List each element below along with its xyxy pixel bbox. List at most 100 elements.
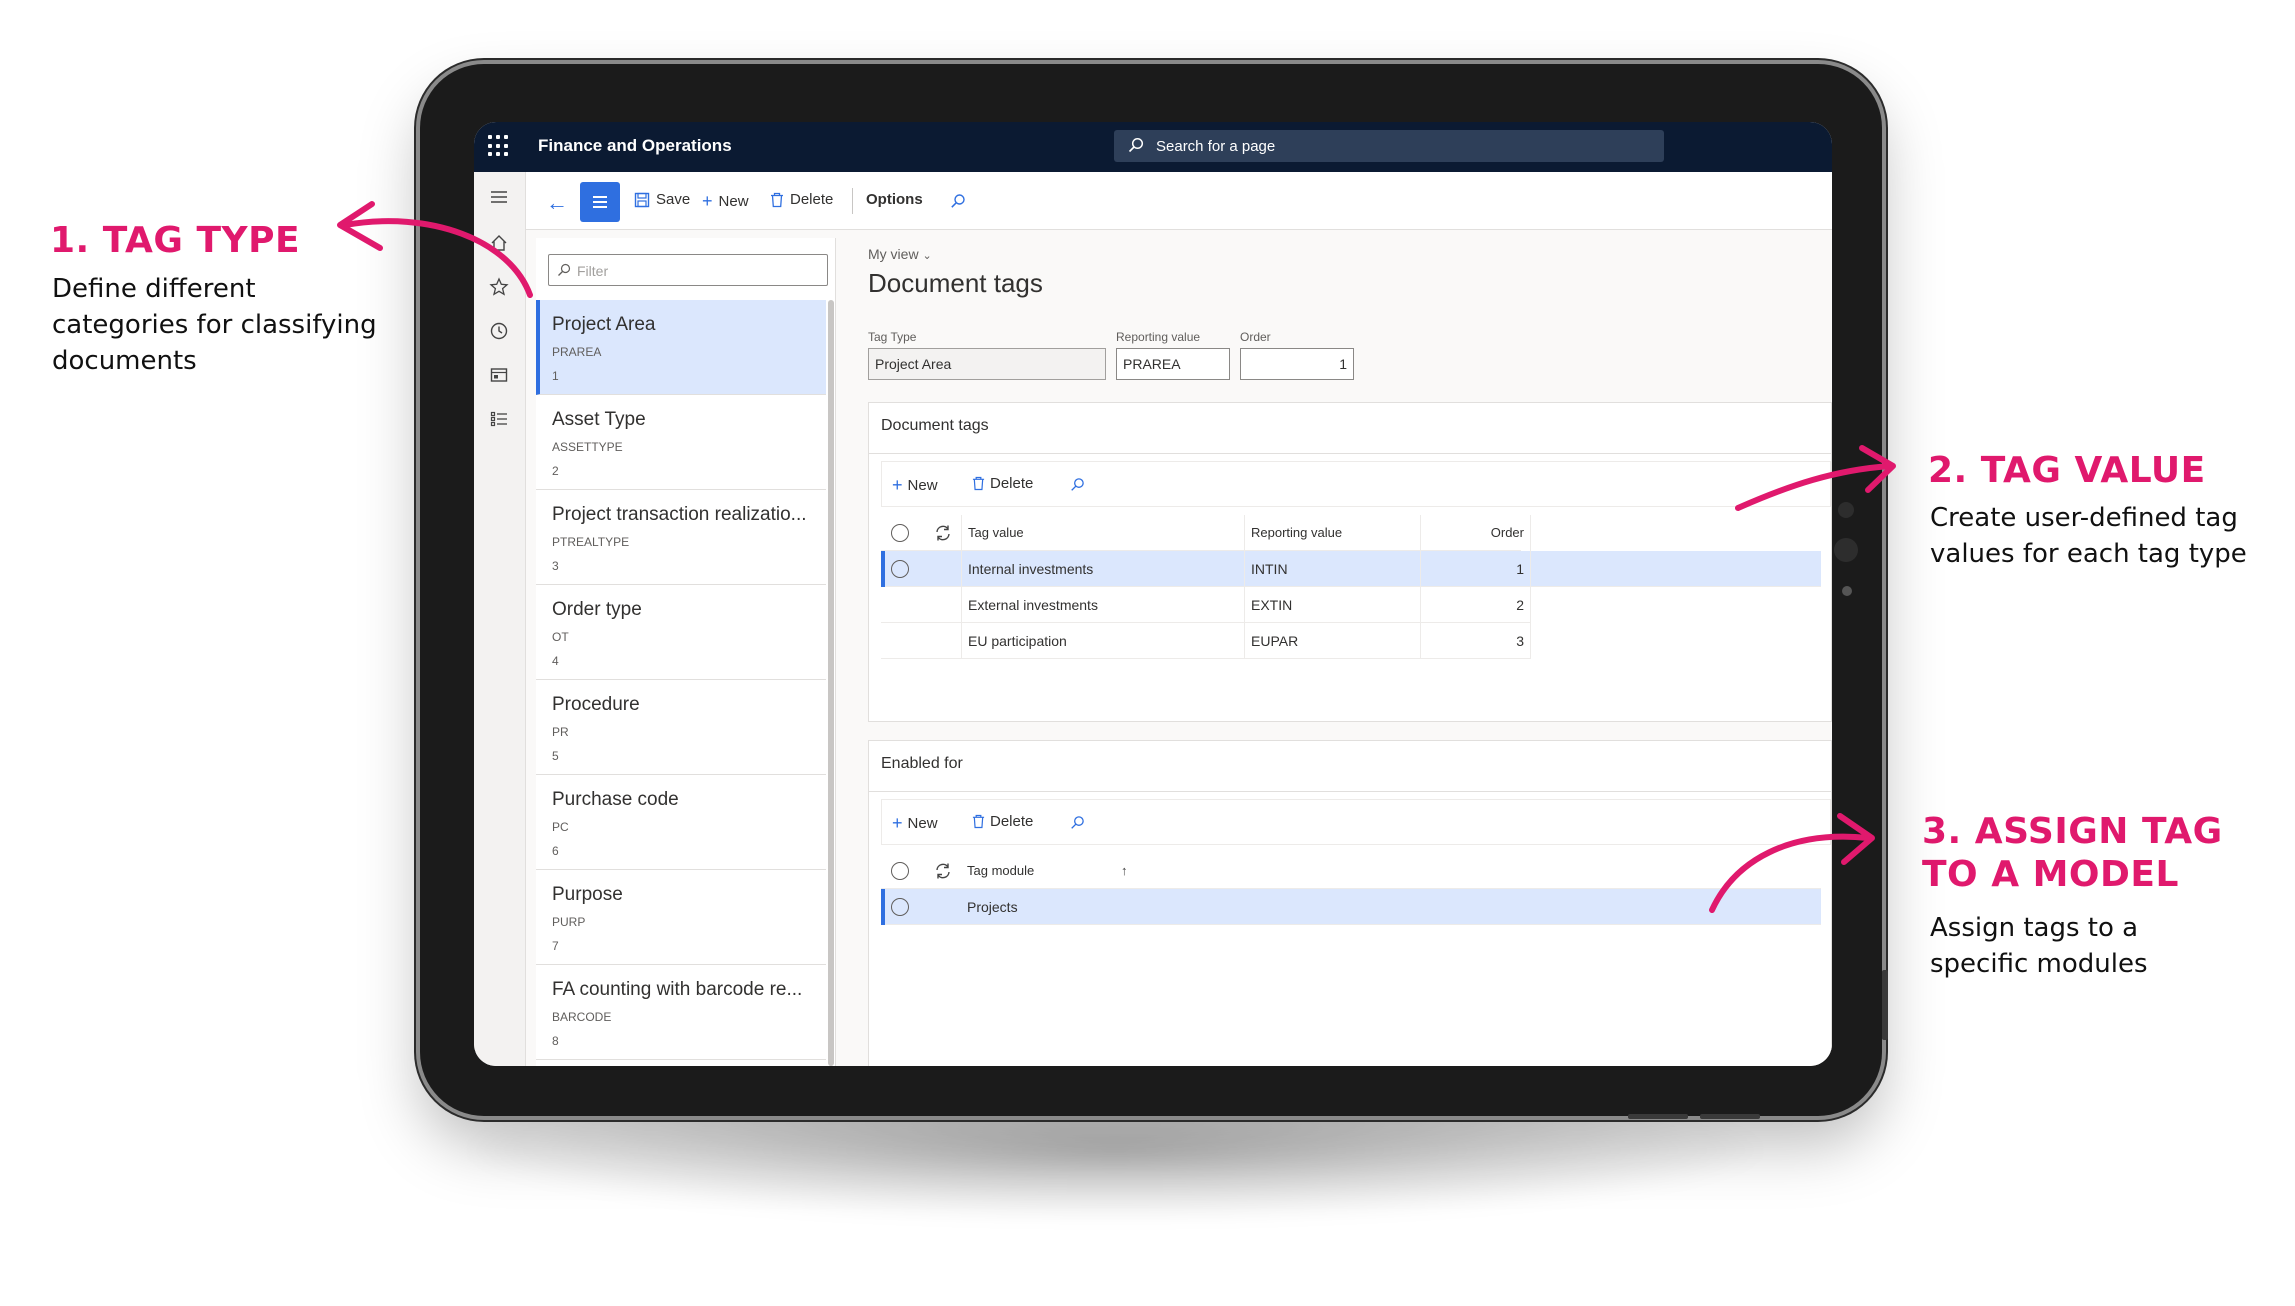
clock-icon[interactable] [488,320,510,342]
tag-value-heading: 2. TAG VALUE [1928,450,2206,491]
search-icon [1128,137,1144,153]
list-item-order: 6 [552,844,559,858]
new-button[interactable]: + New [702,191,749,212]
back-arrow-icon[interactable]: ← [546,190,568,216]
order-cell[interactable]: 2 [1421,587,1531,623]
delete-button[interactable]: Delete [770,191,833,208]
sort-ascending-icon: ↑ [1121,863,1128,878]
tag-value-description: Create user-defined tag values for each … [1930,500,2247,572]
new-button[interactable]: + New [892,475,938,496]
app-launcher-icon[interactable] [488,135,510,157]
table-row[interactable]: Internal investments INTIN 1 [881,551,1821,587]
list-item[interactable]: Asset Type ASSETTYPE 2 [536,395,826,490]
refresh-icon[interactable] [933,861,953,881]
filter-input[interactable]: Filter [548,254,828,286]
list-icon[interactable] [488,408,510,430]
save-button[interactable]: Save [634,191,690,208]
tag-value-cell[interactable]: Internal investments [961,551,1245,587]
action-pane: ← Save + New Delete Options [526,172,1832,230]
list-item-name: Procedure [552,694,640,715]
document-tags-title[interactable]: Document tags [881,417,989,435]
search-placeholder: Search for a page [1156,138,1276,155]
tag-value-cell[interactable]: EU participation [961,623,1245,659]
new-label: New [907,477,938,494]
list-item[interactable]: Purchase code PC 6 [536,775,826,870]
list-item-name: FA counting with barcode re... [552,979,803,1000]
reporting-value-cell[interactable]: INTIN [1245,551,1421,587]
search-icon[interactable] [950,193,966,209]
tag-type-field[interactable]: Project Area [868,348,1106,380]
top-navigation-bar: Finance and Operations Search for a page [474,122,1832,172]
delete-button[interactable]: Delete [972,813,1033,830]
app-screen: Finance and Operations Search for a page [474,122,1832,1066]
my-view-selector[interactable]: My view ⌄ [868,246,932,262]
list-item-code: PRAREA [552,345,602,359]
row-select-radio[interactable] [891,898,909,916]
tablet-bottom-button-1 [1628,1114,1688,1119]
table-row[interactable]: EU participation EUPAR 3 [881,623,1531,659]
action-separator [852,188,853,214]
enabled-for-title[interactable]: Enabled for [881,755,963,773]
search-icon[interactable] [1070,815,1085,830]
app-title[interactable]: Finance and Operations [538,136,732,156]
tag-type-line-2: categories for classifying [52,310,377,340]
list-item[interactable]: Project Area PRAREA 1 [536,300,826,395]
table-row[interactable]: Projects [881,889,1821,925]
list-item-order: 3 [552,559,559,573]
options-tab[interactable]: Options [866,191,923,208]
search-icon[interactable] [1070,477,1085,492]
order-cell[interactable]: 1 [1421,551,1531,587]
hamburger-icon[interactable] [488,186,510,208]
row-select-radio[interactable] [891,560,909,578]
tag-module-cell[interactable]: Projects [961,889,1821,925]
tag-value-line-2: values for each tag type [1930,539,2247,569]
list-item[interactable]: FA counting with barcode re... BARCODE 8 [536,965,826,1060]
document-tags-toolbar: + New Delete [881,461,1831,507]
save-icon [634,192,650,207]
select-all-radio[interactable] [891,524,909,542]
list-item-order: 4 [552,654,559,668]
assign-tag-line-1: Assign tags to a [1930,913,2139,943]
section-divider [869,453,1831,454]
show-list-button[interactable] [580,182,620,222]
delete-label: Delete [790,191,834,208]
reporting-value-field[interactable]: PRAREA [1116,348,1230,380]
order-cell[interactable]: 3 [1421,623,1531,659]
tag-type-list: Project Area PRAREA 1 Asset Type ASSETTY… [536,300,826,1060]
select-all-radio[interactable] [891,862,909,880]
page-search-input[interactable]: Search for a page [1114,130,1664,162]
column-header-order[interactable]: Order [1421,515,1531,551]
list-item[interactable]: Project transaction realizatio... PTREAL… [536,490,826,585]
new-label: New [907,815,938,832]
order-field[interactable]: 1 [1240,348,1354,380]
tablet-bottom-button-2 [1700,1114,1760,1119]
section-divider [869,791,1831,792]
assign-tag-heading-line-2: TO A MODEL [1922,854,2179,895]
tag-value-cell[interactable]: External investments [961,587,1245,623]
order-label: Order [1240,330,1271,344]
delete-button[interactable]: Delete [972,475,1033,492]
list-item[interactable]: Order type OT 4 [536,585,826,680]
camera-lens [1834,538,1858,562]
column-header-reporting-value[interactable]: Reporting value [1245,515,1421,551]
star-icon[interactable] [488,276,510,298]
list-item-name: Project transaction realizatio... [552,504,807,525]
column-header-tag-value[interactable]: Tag value [961,515,1245,551]
home-icon[interactable] [488,232,510,254]
list-item[interactable]: Purpose PURP 7 [536,870,826,965]
reporting-value-cell[interactable]: EXTIN [1245,587,1421,623]
row-selected-indicator [881,551,885,587]
list-item[interactable]: Procedure PR 5 [536,680,826,775]
new-button[interactable]: + New [892,813,938,834]
column-header-tag-module[interactable]: Tag module [961,853,1821,889]
workspace-icon[interactable] [488,364,510,386]
table-row[interactable]: External investments EXTIN 2 [881,587,1531,623]
search-icon [558,263,571,276]
refresh-icon[interactable] [933,523,953,543]
enabled-for-section: Enabled for + New Delete Tag module ↑ Pr… [868,740,1832,1066]
plus-icon: + [892,475,903,495]
list-item-order: 2 [552,464,559,478]
list-item-name: Asset Type [552,409,646,430]
reporting-value-cell[interactable]: EUPAR [1245,623,1421,659]
list-scrollbar[interactable] [828,300,834,1066]
